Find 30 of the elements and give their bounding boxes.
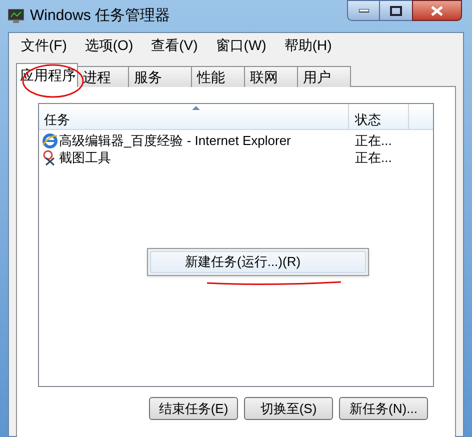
tab[interactable]: 用户 [297, 66, 351, 87]
minimize-button[interactable] [347, 0, 380, 21]
window-title: Windows 任务管理器 [30, 6, 170, 26]
minimize-icon [358, 8, 368, 12]
column-header[interactable]: 状态 [349, 104, 409, 129]
action-button[interactable]: 结束任务(E) [149, 397, 238, 420]
maximize-button[interactable] [380, 0, 412, 21]
status-text: 正在... [354, 148, 392, 167]
tab[interactable]: 联网 [244, 66, 298, 87]
tab[interactable]: 服务 [128, 66, 192, 87]
annotation-circle-drawing [22, 64, 84, 98]
monitor-icon [8, 9, 24, 23]
sort-arrow-icon [192, 106, 200, 110]
close-button[interactable] [412, 0, 462, 21]
menu-item[interactable]: 帮助(H) [281, 34, 335, 56]
browser-e-icon [42, 132, 58, 148]
tab[interactable]: 进程 [77, 66, 129, 87]
task-name: 高级编辑器_百度经验 - Internet Explorer [59, 132, 291, 150]
menu-item[interactable]: 窗口(W) [212, 34, 270, 56]
action-button[interactable]: 新任务(N)... [339, 397, 428, 420]
menu-item[interactable]: 选项(O) [82, 34, 136, 56]
maximize-icon [390, 6, 402, 16]
status-text: 正在... [354, 132, 392, 150]
menu-item[interactable]: 查看(V) [148, 34, 201, 56]
tab[interactable]: 性能 [191, 66, 245, 87]
menu-item[interactable]: 文件(F) [18, 34, 70, 56]
task-name: 截图工具 [59, 148, 111, 167]
close-icon [431, 6, 443, 16]
context-menu-item[interactable]: 新建任务(运行...)(R) [150, 251, 366, 273]
action-button[interactable]: 切换至(S) [244, 397, 333, 420]
